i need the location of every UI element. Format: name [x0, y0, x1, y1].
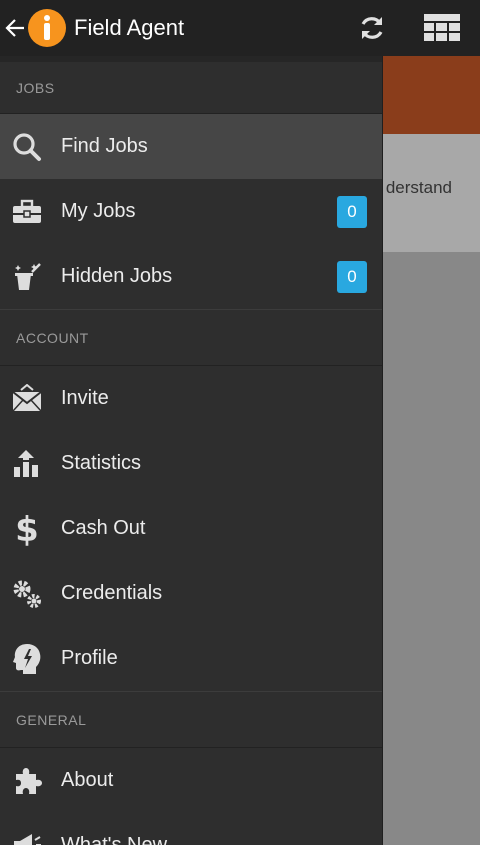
drawer-item-credentials[interactable]: Credentials [0, 561, 382, 626]
drawer-item-whats-new[interactable]: What's New [0, 813, 382, 845]
envelope-icon [12, 383, 42, 414]
back-arrow-icon[interactable] [2, 0, 28, 56]
drawer-item-profile[interactable]: Profile [0, 626, 382, 691]
drawer-item-label: Cash Out [61, 517, 146, 539]
puzzle-icon [12, 766, 42, 796]
drawer-item-label: Credentials [61, 582, 163, 604]
drawer-item-label: Hidden Jobs [61, 265, 173, 287]
drawer-item-cash-out[interactable]: $ Cash Out [0, 496, 382, 561]
drawer-item-label: Find Jobs [61, 135, 148, 157]
section-header-account: ACCOUNT [0, 309, 382, 366]
drawer-item-my-jobs[interactable]: My Jobs 0 [0, 179, 382, 244]
drawer-item-label: My Jobs [61, 200, 136, 222]
count-badge: 0 [337, 195, 367, 228]
head-icon [12, 643, 42, 674]
section-header-general: GENERAL [0, 691, 382, 748]
drawer-item-invite[interactable]: Invite [0, 366, 382, 431]
drawer-item-find-jobs[interactable]: Find Jobs [0, 114, 382, 179]
drawer-item-label: Statistics [61, 452, 142, 474]
search-icon [12, 132, 42, 162]
megaphone-icon [12, 831, 42, 845]
drawer-item-label: Profile [61, 647, 118, 669]
app-logo[interactable] [28, 9, 66, 47]
navigation-drawer: JOBS Find Jobs My Jobs 0 Hidden Jobs 0 A… [0, 56, 383, 845]
section-header-jobs: JOBS [0, 56, 382, 114]
drawer-item-about[interactable]: About [0, 748, 382, 813]
gears-icon [12, 579, 42, 609]
drawer-item-label: What's New [61, 834, 168, 845]
magic-hat-icon [12, 262, 42, 292]
refresh-icon[interactable] [344, 0, 400, 56]
drawer-item-statistics[interactable]: Statistics [0, 431, 382, 496]
app-title: Field Agent [74, 15, 185, 40]
briefcase-icon [12, 197, 42, 227]
action-bar: Field Agent [0, 0, 480, 56]
svg-text:$: $ [15, 512, 39, 546]
drawer-item-hidden-jobs[interactable]: Hidden Jobs 0 [0, 244, 382, 309]
grid-menu-icon[interactable] [414, 0, 470, 56]
chart-icon [12, 449, 42, 479]
drawer-item-label: About [61, 769, 114, 791]
drawer-item-label: Invite [61, 387, 109, 409]
dollar-icon: $ [12, 512, 42, 546]
count-badge: 0 [337, 260, 367, 293]
